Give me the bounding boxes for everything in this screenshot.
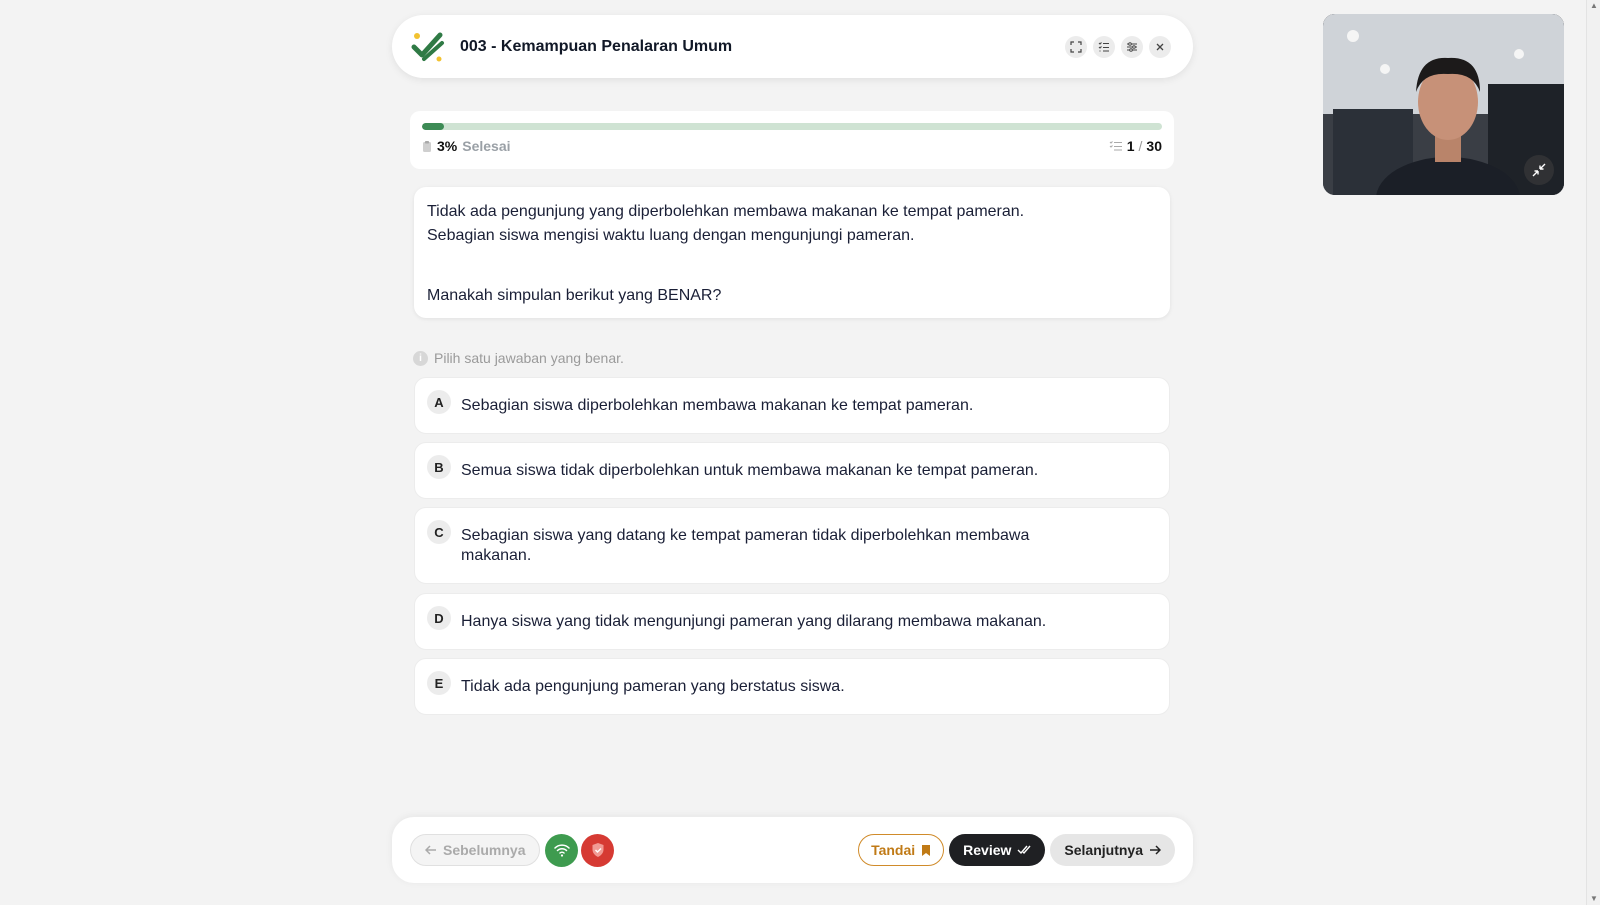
page-scrollbar[interactable]: ▲ ▼ bbox=[1586, 0, 1600, 905]
next-button[interactable]: Selanjutnya bbox=[1050, 834, 1175, 866]
arrow-right-icon bbox=[1150, 845, 1161, 855]
info-icon: i bbox=[413, 350, 428, 366]
counter-separator: / bbox=[1138, 138, 1143, 154]
question-counter: 1 / 30 bbox=[1109, 138, 1162, 154]
bookmark-icon bbox=[922, 844, 931, 856]
option-text: Sebagian siswa diperbolehkan membawa mak… bbox=[461, 397, 974, 414]
settings-button[interactable] bbox=[1121, 35, 1143, 58]
option-text: Semua siswa tidak diperbolehkan untuk me… bbox=[461, 462, 1039, 479]
question-list-button[interactable] bbox=[1093, 35, 1115, 58]
progress-fill bbox=[422, 123, 445, 130]
hint-text: Pilih satu jawaban yang benar. bbox=[434, 350, 624, 366]
option-letter: E bbox=[427, 671, 451, 695]
header-actions bbox=[1065, 35, 1171, 58]
option-text: Sebagian siswa yang datang ke tempat pam… bbox=[461, 527, 1030, 564]
option-a[interactable]: A Sebagian siswa diperbolehkan membawa m… bbox=[414, 377, 1170, 434]
review-label: Review bbox=[963, 842, 1012, 858]
question-statement-2: Sebagian siswa mengisi waktu luang denga… bbox=[427, 227, 915, 244]
fullscreen-icon bbox=[1070, 40, 1082, 53]
question-card: Tidak ada pengunjung yang diperbolehkan … bbox=[414, 187, 1170, 318]
option-text: Hanya siswa yang tidak mengunjungi pamer… bbox=[461, 613, 1047, 630]
fullscreen-button[interactable] bbox=[1065, 35, 1087, 58]
exam-title: 003 - Kemampuan Penalaran Umum bbox=[460, 37, 733, 55]
option-e[interactable]: E Tidak ada pengunjung pameran yang bers… bbox=[414, 658, 1170, 715]
progress-card: 3% Selesai 1 / 30 bbox=[410, 111, 1174, 169]
total-questions: 30 bbox=[1146, 138, 1162, 154]
option-d[interactable]: D Hanya siswa yang tidak mengunjungi pam… bbox=[414, 593, 1170, 650]
option-letter: B bbox=[427, 455, 451, 479]
close-icon bbox=[1156, 43, 1164, 50]
app-logo bbox=[411, 32, 444, 61]
double-check-icon bbox=[1017, 845, 1031, 855]
progress-bar bbox=[422, 123, 1162, 130]
clipboard-icon bbox=[423, 140, 431, 152]
list-check-icon bbox=[1098, 41, 1109, 52]
option-letter: C bbox=[427, 520, 451, 544]
footer-nav: Sebelumnya Tandai Review Selanjutnya bbox=[392, 817, 1193, 883]
next-label: Selanjutnya bbox=[1064, 842, 1143, 858]
current-question-number: 1 bbox=[1126, 138, 1135, 154]
arrow-left-icon bbox=[425, 845, 436, 855]
progress-percent: 3% bbox=[437, 138, 458, 154]
collapse-camera-button[interactable] bbox=[1524, 155, 1554, 185]
question-statement-1: Tidak ada pengunjung yang diperbolehkan … bbox=[427, 203, 1025, 220]
sliders-icon bbox=[1127, 41, 1137, 52]
previous-button[interactable]: Sebelumnya bbox=[410, 834, 541, 866]
option-letter: A bbox=[427, 390, 451, 414]
list-check-icon bbox=[1109, 141, 1122, 151]
previous-label: Sebelumnya bbox=[443, 842, 526, 858]
collapse-icon bbox=[1532, 163, 1546, 177]
review-button[interactable]: Review bbox=[949, 834, 1046, 866]
close-button[interactable] bbox=[1149, 35, 1171, 58]
option-b[interactable]: B Semua siswa tidak diperbolehkan untuk … bbox=[414, 442, 1170, 499]
shield-check-icon bbox=[592, 843, 604, 857]
question-prompt: Manakah simpulan berikut yang BENAR? bbox=[427, 287, 722, 304]
option-c[interactable]: C Sebagian siswa yang datang ke tempat p… bbox=[414, 507, 1170, 584]
scroll-up-icon[interactable]: ▲ bbox=[1590, 2, 1598, 10]
mark-label: Tandai bbox=[871, 842, 916, 858]
scroll-down-icon[interactable]: ▼ bbox=[1590, 895, 1598, 903]
mark-question-button[interactable]: Tandai bbox=[858, 834, 945, 866]
connection-status[interactable] bbox=[545, 833, 579, 867]
option-letter: D bbox=[427, 606, 451, 630]
exam-header: 003 - Kemampuan Penalaran Umum bbox=[392, 15, 1193, 78]
answer-hint: i Pilih satu jawaban yang benar. bbox=[413, 350, 624, 366]
option-text: Tidak ada pengunjung pameran yang bersta… bbox=[461, 678, 845, 695]
wifi-icon bbox=[554, 844, 570, 857]
progress-done-label: Selesai bbox=[462, 138, 511, 154]
proctoring-status[interactable] bbox=[581, 833, 615, 867]
webcam-preview bbox=[1323, 14, 1564, 195]
